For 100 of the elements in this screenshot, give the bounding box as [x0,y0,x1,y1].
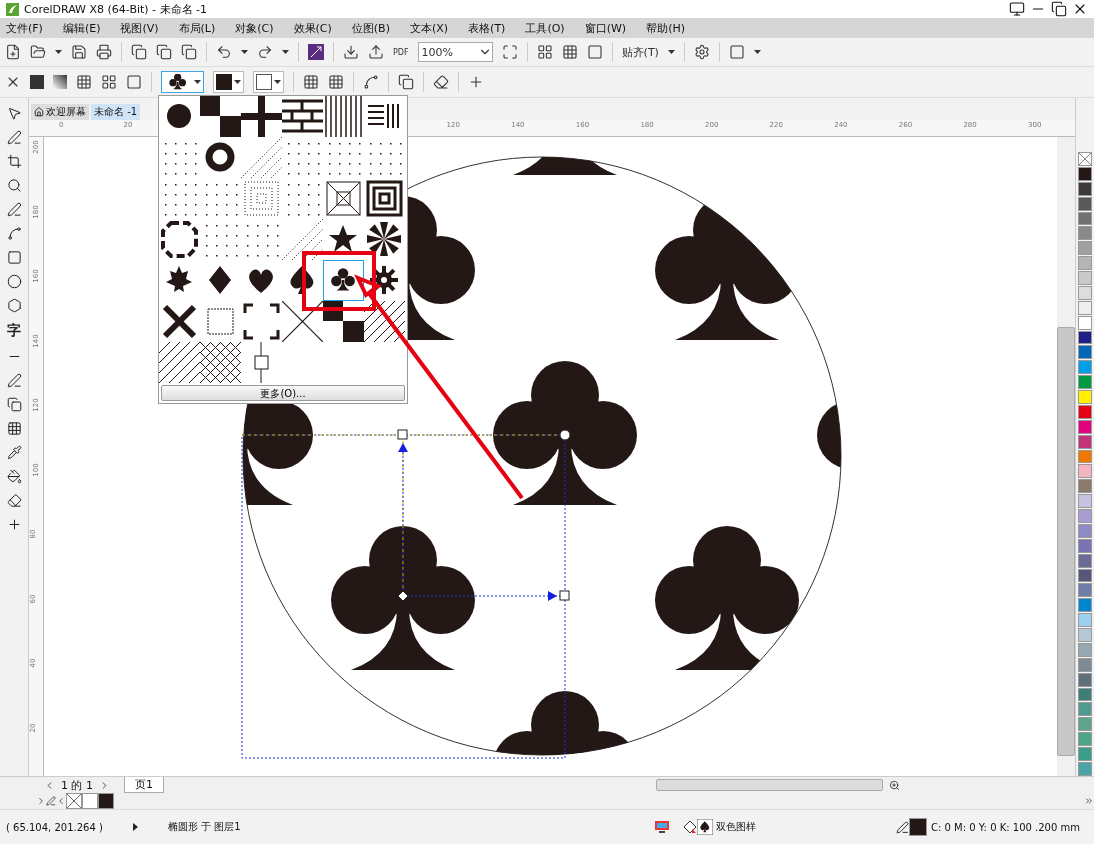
color-swatch[interactable] [1078,196,1092,211]
color-swatch[interactable] [1078,583,1092,598]
caret-icon[interactable] [55,50,62,54]
print-icon[interactable] [96,44,112,60]
polygon-tool-icon[interactable] [6,298,22,313]
color-swatch[interactable] [1078,315,1092,330]
add-tool-icon[interactable] [6,517,22,532]
open-folder-icon[interactable] [30,44,46,60]
no-color-swatch[interactable] [66,793,82,809]
restore-icon[interactable] [1051,1,1067,17]
caret-icon[interactable] [241,50,248,54]
caret-icon[interactable] [282,50,289,54]
color-swatch[interactable] [1078,211,1092,226]
pattern-swatch[interactable] [364,178,405,219]
color-swatch[interactable] [1078,181,1092,196]
transform-icon[interactable] [363,74,379,90]
color-swatch[interactable] [1078,226,1092,241]
color-swatch[interactable] [1078,628,1092,642]
menu-item[interactable]: 对象(C) [235,20,274,36]
color-swatch[interactable] [1078,687,1092,702]
caret-icon[interactable] [753,50,761,54]
document-tab[interactable]: 欢迎屏幕 [31,104,89,120]
color-swatch[interactable] [1078,479,1092,494]
menu-item[interactable]: 文本(X) [409,20,449,36]
color-swatch[interactable] [1078,657,1092,672]
color-swatch[interactable] [1078,523,1092,538]
pattern-swatch[interactable] [323,96,364,137]
color-swatch[interactable] [1078,494,1092,508]
freehand-tool-icon[interactable] [6,202,22,217]
color-swatch[interactable] [1078,509,1092,523]
page-tab[interactable]: 页1 [124,777,164,793]
pattern-swatch[interactable] [323,178,364,219]
launcher-icon[interactable] [308,44,324,60]
color-swatch[interactable] [1078,390,1092,404]
color-swatch[interactable] [1078,345,1092,360]
color-swatch[interactable] [1078,732,1092,746]
menu-item[interactable]: 位图(B) [351,20,390,36]
color-swatch[interactable] [1078,166,1092,181]
menu-item[interactable]: 编辑(E) [62,20,101,36]
color-swatch[interactable] [1078,434,1092,449]
color-swatch[interactable] [1078,717,1092,732]
full-screen-icon[interactable] [501,44,518,60]
caret-icon[interactable] [667,50,675,54]
color-swatch[interactable] [1078,375,1092,389]
add-icon[interactable] [468,74,484,90]
eyedropper-tool-icon[interactable] [6,445,22,460]
redo-icon[interactable] [257,44,273,60]
import-icon[interactable] [343,44,359,60]
menu-item[interactable]: 表格(T) [468,20,506,36]
rectangle-tool-icon[interactable] [6,250,22,265]
color-swatch[interactable] [1078,598,1092,613]
color-swatch[interactable] [82,793,98,809]
copy-icon[interactable] [156,44,172,60]
no-color-swatch[interactable] [1078,152,1092,166]
color-swatch[interactable] [1078,360,1092,375]
more-patterns-button[interactable]: 更多(O)... [161,385,405,401]
export-icon[interactable] [368,44,384,60]
pattern-swatch[interactable] [323,301,364,342]
color-swatch[interactable] [1078,449,1092,464]
color-swatch[interactable] [1078,613,1092,627]
color-swatch[interactable] [1078,271,1092,285]
pdf-export-button[interactable]: PDF [393,47,409,57]
menu-item[interactable]: 帮助(H) [646,20,685,36]
new-document-icon[interactable] [5,44,21,60]
front-color-selector[interactable] [213,71,244,93]
ellipse-tool-icon[interactable] [6,274,22,289]
menu-item[interactable]: 布局(L) [178,20,216,36]
menu-item[interactable]: 窗口(W) [584,20,627,36]
artistic-media-icon[interactable] [6,226,22,241]
grid-icon[interactable] [561,44,578,60]
more-colors-icon[interactable] [1084,796,1094,806]
zoom-tool-icon[interactable] [6,178,22,193]
snap-to-menu[interactable]: 贴齐(T) [621,44,659,60]
color-swatch[interactable] [1078,538,1092,553]
color-swatch[interactable] [1078,702,1092,717]
color-swatch[interactable] [1078,761,1092,776]
crop-tool-icon[interactable] [6,154,22,169]
color-swatch[interactable] [1078,330,1092,345]
undo-icon[interactable] [216,44,232,60]
save-icon[interactable] [71,44,87,60]
caret-icon[interactable] [194,80,201,84]
fill-tool-icon[interactable] [6,469,22,484]
horizontal-scrollbar-thumb[interactable] [656,779,883,791]
text-tool[interactable]: 字 [7,322,21,340]
gradient-fill-icon[interactable] [53,75,67,89]
scroll-left-icon[interactable] [56,796,66,806]
zoom-field[interactable]: 100% [417,42,493,62]
color-swatch[interactable] [1078,256,1092,270]
color-swatch[interactable] [1078,300,1092,315]
pattern-swatch[interactable] [159,342,200,383]
vertical-scrollbar-thumb[interactable] [1057,327,1075,756]
pattern-fill-icon[interactable] [76,74,92,90]
color-swatch[interactable] [1078,419,1092,434]
menu-item[interactable]: 文件(F) [6,20,43,36]
zoom-icon[interactable] [889,779,900,791]
expand-arrow-icon[interactable] [132,823,138,831]
pattern-swatch[interactable] [323,260,364,301]
caret-icon[interactable] [274,80,281,84]
caret-icon[interactable] [234,80,241,84]
color-swatch[interactable] [1078,464,1092,479]
